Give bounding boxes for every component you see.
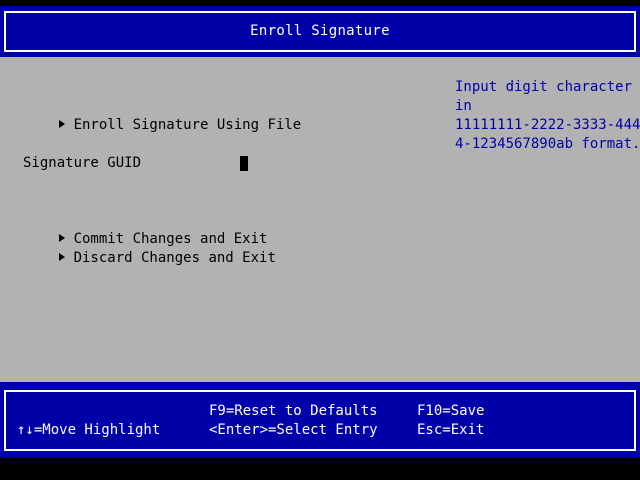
key-hint-move-highlight: ↑↓=Move Highlight — [17, 422, 161, 438]
key-hint-exit: Esc=Exit — [417, 422, 485, 438]
help-text-line: 11111111-2222-3333-444 — [455, 117, 640, 133]
title-frame: Enroll Signature — [4, 11, 636, 52]
menu-item-label: Enroll Signature Using File — [73, 117, 302, 133]
key-hint-reset-defaults: F9=Reset to Defaults — [209, 403, 378, 419]
bios-setup-screen: Enroll Signature Enroll Signature Using … — [0, 0, 640, 480]
title-bar: Enroll Signature — [0, 6, 640, 57]
key-help-frame: F9=Reset to Defaults F10=Save ↑↓=Move Hi… — [4, 390, 636, 451]
menu-item-enroll-signature-using-file[interactable]: Enroll Signature Using File — [8, 97, 301, 154]
signature-guid-label: Signature GUID — [23, 155, 142, 171]
page-title: Enroll Signature — [250, 23, 390, 39]
help-text-line: Input digit character — [455, 79, 633, 95]
help-text-line: in — [455, 98, 472, 114]
main-panel: Enroll Signature Using File Signature GU… — [0, 57, 640, 382]
menu-item-label: Discard Changes and Exit — [73, 250, 276, 266]
menu-item-discard-changes-and-exit[interactable]: Discard Changes and Exit — [8, 230, 276, 287]
signature-guid-input[interactable] — [240, 156, 248, 171]
key-hint-save: F10=Save — [417, 403, 485, 419]
help-text-line: 4-1234567890ab format. — [455, 136, 640, 152]
submenu-arrow-icon — [58, 253, 65, 261]
help-text-panel: Input digit character in 11111111-2222-3… — [455, 78, 640, 154]
key-help-bar: F9=Reset to Defaults F10=Save ↑↓=Move Hi… — [0, 382, 640, 458]
submenu-arrow-icon — [58, 120, 65, 128]
key-hint-select-entry: <Enter>=Select Entry — [209, 422, 378, 438]
